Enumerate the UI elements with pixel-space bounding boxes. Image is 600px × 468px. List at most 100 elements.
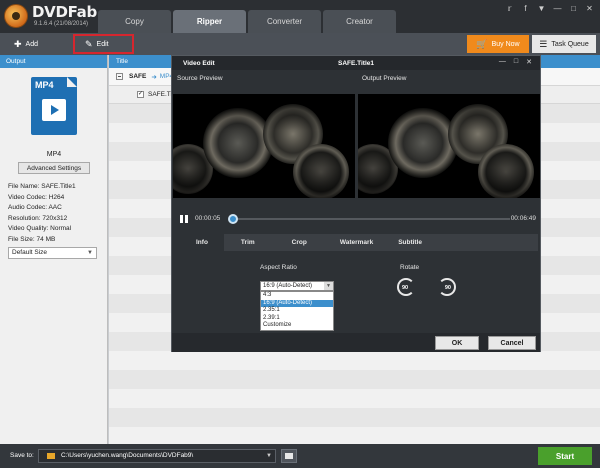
edit-tabs: Info Trim Crop Watermark Subtitle [180, 234, 538, 251]
app-name: DVDFab [32, 3, 97, 21]
tab-ripper[interactable]: Ripper [173, 10, 246, 33]
prop-file-size: File Size: 74 MB [8, 235, 56, 243]
tab-info[interactable]: Info [180, 234, 224, 251]
edit-button[interactable]: ✎ Edit [73, 34, 134, 54]
source-title: SAFE [129, 73, 147, 80]
list-icon: ☰ [539, 38, 548, 49]
mp4-icon-label: MP4 [35, 80, 54, 90]
output-preview-video [358, 94, 540, 198]
ok-button[interactable]: OK [435, 336, 479, 350]
cancel-button[interactable]: Cancel [488, 336, 536, 350]
rotate-left-degrees: 90 [402, 285, 409, 291]
source-preview-label: Source Preview [177, 75, 223, 82]
close-icon[interactable]: ✕ [526, 58, 532, 66]
mp4-file-icon[interactable]: MP4 [31, 77, 77, 135]
start-button[interactable]: Start [538, 447, 592, 465]
tab-creator[interactable]: Creator [323, 10, 396, 33]
aspect-ratio-label: Aspect Ratio [260, 264, 297, 271]
plus-icon: ✚ [14, 38, 22, 49]
browse-folder-button[interactable] [281, 449, 297, 463]
prop-audio-codec: Audio Codec: AAC [8, 204, 62, 212]
chevron-down-icon: ▼ [324, 282, 333, 290]
aspect-option[interactable]: 2.39:1 [261, 315, 333, 323]
play-icon [42, 99, 66, 121]
aspect-option[interactable]: 4:3 [261, 292, 333, 300]
rotate-right-degrees: 90 [444, 285, 451, 291]
main-tabs: Copy Ripper Converter Creator [98, 10, 398, 33]
source-preview-video [173, 94, 355, 198]
maximize-icon[interactable]: □ [569, 4, 578, 13]
size-select[interactable]: Default Size ▼ [8, 247, 97, 259]
buy-now-button[interactable]: 🛒 Buy Now [467, 35, 529, 53]
minimize-icon[interactable]: — [499, 58, 506, 66]
pause-icon[interactable] [180, 215, 188, 223]
window-controls: 𝕣 f ▼ — □ ✕ [505, 4, 594, 13]
output-panel: Output MP4 MP4 Advanced Settings File Na… [0, 55, 108, 444]
minimize-icon[interactable]: — [553, 4, 562, 13]
dialog-file-title: SAFE.Title1 [337, 60, 374, 67]
folder-icon [47, 453, 55, 459]
dvdfab-logo-icon [4, 4, 28, 28]
video-edit-dialog: Video Edit SAFE.Title1 — □ ✕ Source Prev… [171, 55, 541, 352]
task-queue-button[interactable]: ☰ Task Queue [532, 35, 596, 53]
app-logo: DVDFab 9.1.6.4 (21/08/2014) [4, 3, 106, 31]
aspect-option-selected[interactable]: 16:9 (Auto-Detect) [261, 299, 333, 308]
edit-button-label: Edit [96, 40, 109, 48]
aspect-option[interactable]: 2.35:1 [261, 307, 333, 315]
advanced-settings-button[interactable]: Advanced Settings [18, 162, 90, 174]
options-icon[interactable]: ▼ [537, 4, 546, 13]
prop-video-quality: Video Quality: Normal [8, 225, 72, 233]
save-to-label: Save to: [10, 452, 34, 459]
rotate-right-button[interactable]: 90 [434, 278, 456, 300]
bottom-bar: Save to: C:\Users\yuchen.wang\Documents\… [0, 444, 600, 468]
save-path-value: C:\Users\yuchen.wang\Documents\DVDFab9\ [61, 452, 194, 459]
current-time: 00:00:05 [195, 215, 221, 222]
dialog-title-bar: Video Edit SAFE.Title1 — □ ✕ [172, 56, 540, 70]
tab-converter[interactable]: Converter [248, 10, 321, 33]
title-checkbox[interactable]: ✓ [137, 91, 144, 98]
title-bar: DVDFab 9.1.6.4 (21/08/2014) Copy Ripper … [0, 0, 600, 33]
aspect-ratio-value: 16:9 (Auto-Detect) [263, 283, 313, 289]
task-queue-label: Task Queue [551, 40, 589, 48]
aspect-ratio-select[interactable]: 16:9 (Auto-Detect) ▼ [260, 281, 334, 291]
collapse-icon[interactable] [116, 73, 123, 80]
chevron-down-icon: ▼ [87, 250, 93, 256]
tab-trim[interactable]: Trim [224, 234, 272, 251]
chevron-down-icon: ▼ [266, 453, 272, 459]
format-label: MP4 [46, 151, 62, 158]
playback-bar: 00:00:05 00:06:49 [180, 214, 536, 224]
close-icon[interactable]: ✕ [585, 4, 594, 13]
prop-file-name: File Name: SAFE.Title1 [8, 183, 76, 190]
dialog-controls: — □ ✕ [499, 58, 532, 66]
toolbar: ✚ Add ✎ Edit 🛒 Buy Now ☰ Task Queue [0, 33, 600, 55]
prop-video-codec: Video Codec: H264 [8, 193, 65, 201]
twitter-icon[interactable]: 𝕣 [505, 4, 514, 13]
buy-now-label: Buy Now [491, 40, 520, 48]
rotate-label: Rotate [400, 264, 420, 271]
tab-crop[interactable]: Crop [272, 234, 327, 251]
rotate-left-button[interactable]: 90 [397, 278, 419, 300]
seek-knob[interactable] [228, 214, 239, 224]
edit-icon: ✎ [85, 38, 93, 49]
seek-track[interactable] [230, 218, 510, 220]
file-properties: File Name: SAFE.Title1 Video Codec: H264… [8, 182, 76, 246]
end-time: 00:06:49 [510, 215, 536, 222]
facebook-icon[interactable]: f [521, 4, 530, 13]
aspect-option[interactable]: Customize [261, 322, 333, 330]
size-select-value: Default Size [12, 249, 48, 256]
output-header: Output [0, 55, 107, 68]
dialog-footer: OK Cancel [172, 333, 540, 352]
add-button[interactable]: ✚ Add [14, 36, 38, 52]
tab-subtitle[interactable]: Subtitle [386, 234, 434, 251]
save-path-field[interactable]: C:\Users\yuchen.wang\Documents\DVDFab9\ … [38, 449, 276, 463]
cart-icon: 🛒 [476, 38, 488, 49]
app-version: 9.1.6.4 (21/08/2014) [34, 21, 89, 27]
tab-copy[interactable]: Copy [98, 10, 171, 33]
prop-resolution: Resolution: 720x312 [8, 214, 68, 222]
tab-watermark[interactable]: Watermark [327, 234, 386, 251]
aspect-ratio-dropdown: 4:3 16:9 (Auto-Detect) 2.35:1 2.39:1 Cus… [260, 291, 334, 331]
maximize-icon[interactable]: □ [514, 58, 518, 66]
output-preview-label: Output Preview [362, 75, 407, 82]
arrow-right-icon: ➜ [151, 73, 157, 81]
add-button-label: Add [25, 40, 39, 48]
